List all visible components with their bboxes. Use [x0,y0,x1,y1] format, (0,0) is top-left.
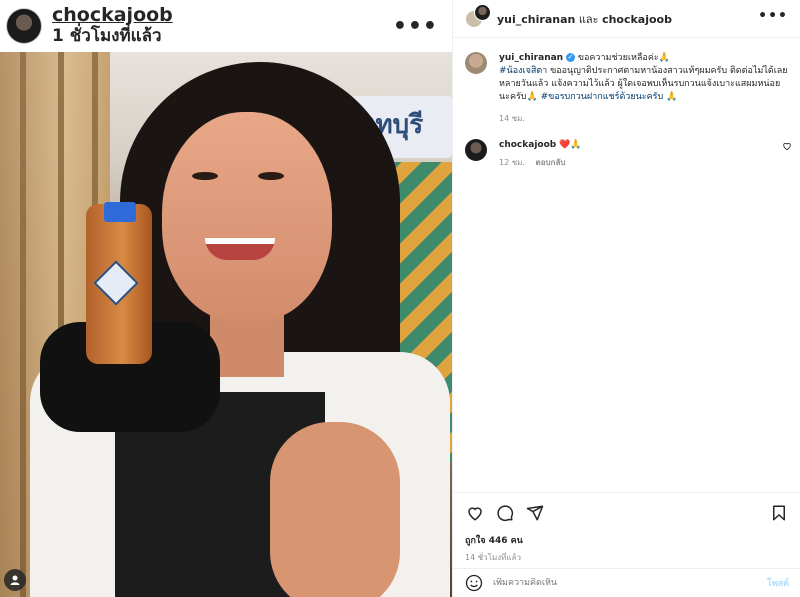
bookmark-icon[interactable] [769,503,789,523]
action-bar: ถูกใจ 446 คน 14 ชั่วโมงที่แล้ว [453,492,800,564]
reply-button[interactable]: ตอบกลับ [536,158,566,167]
comment-item: chockajoob ❤️🙏 12 ชม. ตอบกลับ [453,125,800,169]
arm [270,422,400,597]
post-header: yui_chiranan และ chockajoob ••• [453,0,800,38]
collab-title: yui_chiranan และ chockajoob [497,10,672,28]
right-eye [258,172,284,180]
overlay-header: chockajoob 1 ชั่วโมงที่แล้ว ••• [0,0,452,52]
comment-input[interactable] [493,578,767,588]
smile [205,238,275,260]
verified-icon: ✓ [565,53,575,62]
action-row [465,503,789,523]
header-user2[interactable]: chockajoob [602,13,672,26]
heart-icon[interactable] [465,503,485,523]
more-options-icon[interactable]: ••• [393,14,438,39]
avatar[interactable] [465,3,491,32]
like-count[interactable]: ถูกใจ 446 คน [465,533,789,547]
comment-icon[interactable] [495,503,515,523]
heart-icon[interactable] [782,141,792,151]
caption-end: 🙏 [663,92,678,102]
caption-intro: ขอความช่วยเหลือค่ะ🙏 [574,53,670,63]
comment-meta: 12 ชม. ตอบกลับ [499,156,582,169]
overlay-time: 1 ชั่วโมงที่แล้ว [52,26,162,47]
header-and: และ [575,12,603,26]
post-photo[interactable]: นนทบุรี [0,52,452,597]
face [162,112,332,322]
left-eye [192,172,218,180]
post-media-area: chockajoob 1 ชั่วโมงที่แล้ว ••• นนทบุรี [0,0,452,597]
comment-text: chockajoob ❤️🙏 [499,139,582,152]
caption-username[interactable]: yui_chiranan [499,53,563,63]
comment-time: 12 ชม. [499,158,525,167]
more-options-icon[interactable]: ••• [758,8,788,24]
overlay-titles: chockajoob 1 ชั่วโมงที่แล้ว [52,5,173,47]
caption-time: 14 ชม. [499,114,525,123]
send-icon[interactable] [525,503,545,523]
hashtag-link[interactable]: #ขอรบกวนฝากแชร์ด้วยนะครับ [541,92,664,102]
user-tag-icon[interactable] [4,569,26,591]
bottle-cap [104,202,136,222]
overlay-username[interactable]: chockajoob [52,5,173,26]
avatar[interactable] [465,139,487,161]
emoji-icon[interactable] [465,574,483,592]
caption-text: yui_chiranan ✓ ขอความช่วยเหลือค่ะ🙏 #น้อง… [499,52,789,104]
post-button[interactable]: โพสต์ [767,576,789,590]
comment-content: ❤️🙏 [556,140,582,150]
post-time: 14 ชั่วโมงที่แล้ว [465,553,521,562]
post-panel: yui_chiranan และ chockajoob ••• yui_chir… [452,0,800,597]
header-user1[interactable]: yui_chiranan [497,13,575,26]
caption: yui_chiranan ✓ ขอความช่วยเหลือค่ะ🙏 #น้อง… [453,38,800,125]
avatar-chockajoob [474,3,491,21]
hashtag-link[interactable]: #น้องเจสิตา [499,66,547,76]
avatar[interactable] [465,52,487,74]
comment-username[interactable]: chockajoob [499,140,556,150]
avatar[interactable] [6,8,42,44]
add-comment-bar: โพสต์ [453,568,800,597]
